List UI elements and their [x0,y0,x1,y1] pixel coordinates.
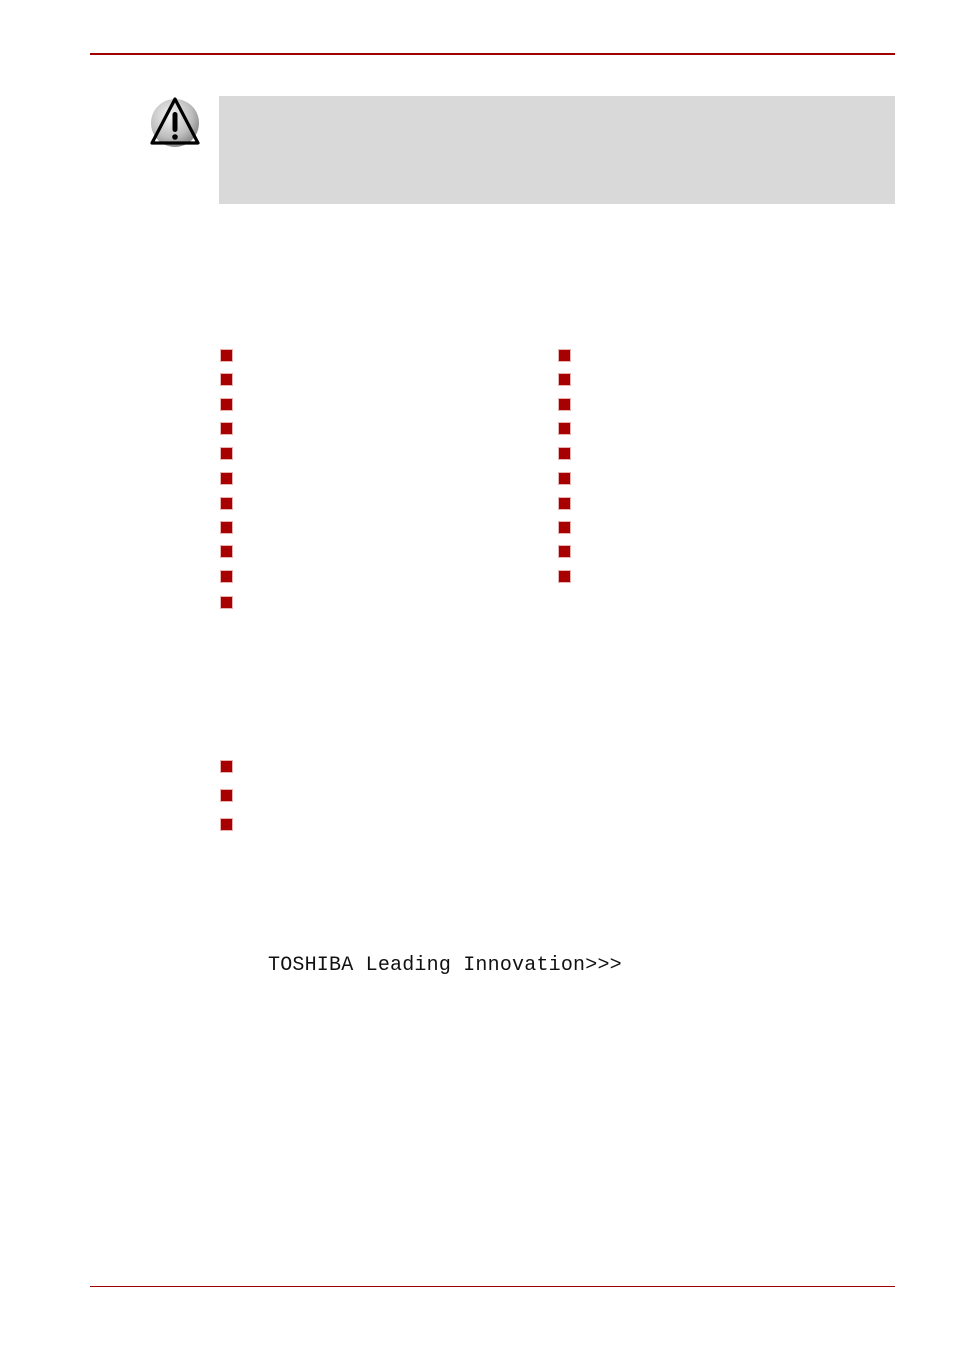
bullet-marker-icon [558,398,571,411]
bullet-marker-icon [220,422,233,435]
bullet-marker-icon [558,545,571,558]
bullet-marker-icon [220,497,233,510]
bullet-marker-icon [558,472,571,485]
footer-rule [90,1286,895,1287]
bullet-marker-icon [220,349,233,362]
bullet-marker-icon [220,818,233,831]
bullet-marker-icon [220,789,233,802]
bullet-marker-icon [558,447,571,460]
bullet-marker-icon [220,398,233,411]
bullet-marker-icon [220,373,233,386]
bullet-marker-icon [558,349,571,362]
bullet-marker-icon [558,521,571,534]
bullet-marker-icon [558,497,571,510]
bullet-marker-icon [220,472,233,485]
warning-triangle-icon [148,96,202,150]
bullet-marker-icon [220,760,233,773]
bullet-marker-icon [558,373,571,386]
tagline: TOSHIBA Leading Innovation>>> [268,954,622,977]
bullet-marker-icon [220,447,233,460]
header-rule [90,53,895,55]
bullet-marker-icon [220,596,233,609]
bullet-marker-icon [558,422,571,435]
warning-callout-box [219,96,895,204]
bullet-marker-icon [220,570,233,583]
bullet-marker-icon [220,521,233,534]
bullet-marker-icon [558,570,571,583]
bullet-marker-icon [220,545,233,558]
